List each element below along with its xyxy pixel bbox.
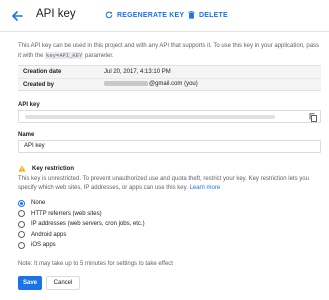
radio-dot-selected[interactable] [18, 199, 25, 207]
radio-ios-apps[interactable]: iOS apps [18, 240, 145, 250]
radio-android-apps[interactable]: Android apps [18, 230, 145, 240]
redacted-api-key [25, 115, 275, 119]
created-by-value-wrap: @gmail.com (you) [104, 81, 198, 88]
radio-dot[interactable] [18, 220, 25, 228]
regenerate-key-button[interactable]: REGENERATE KEY [105, 11, 184, 19]
creation-date-row: Creation date Jul 20, 2017, 4:13:10 PM [18, 66, 321, 78]
name-input[interactable]: API key [18, 140, 321, 153]
radio-dot[interactable] [18, 231, 25, 239]
radio-label: None [31, 200, 46, 206]
created-by-row: Created by @gmail.com (you) [18, 78, 321, 90]
radio-label: Android apps [31, 231, 67, 238]
warning-icon [18, 165, 26, 172]
page-header: API key REGENERATE KEY DELETE [0, 0, 329, 32]
delete-label: DELETE [199, 11, 228, 19]
radio-http-referrers[interactable]: HTTP referrers (web sites) [18, 209, 145, 219]
regenerate-key-label: REGENERATE KEY [117, 11, 185, 19]
restriction-radio-group: None HTTP referrers (web sites) IP addre… [18, 198, 145, 250]
page-title: API key [36, 8, 76, 20]
creation-date-label: Creation date [23, 69, 62, 75]
radio-ip-addresses[interactable]: IP addresses (web servers, cron jobs, et… [18, 219, 145, 229]
radio-label: iOS apps [31, 242, 56, 249]
key-restriction-description: This key is unrestricted. To prevent una… [18, 175, 321, 193]
api-key-label: API key [18, 102, 40, 108]
settings-note: Note: It may take up to 5 minutes for se… [18, 261, 173, 267]
trash-icon [188, 11, 195, 19]
name-label: Name [18, 132, 35, 138]
key-restriction-text: This key is unrestricted. To prevent una… [18, 176, 309, 191]
created-by-value: @gmail.com (you) [149, 81, 198, 88]
created-by-label: Created by [23, 81, 55, 88]
key-info-table: Creation date Jul 20, 2017, 4:13:10 PM C… [18, 65, 321, 91]
cancel-button[interactable]: Cancel [46, 276, 80, 290]
save-button[interactable]: Save [18, 276, 42, 290]
key-restriction-title: Key restriction [32, 165, 75, 172]
delete-button[interactable]: DELETE [188, 11, 228, 19]
refresh-icon [105, 11, 113, 19]
creation-date-value: Jul 20, 2017, 4:13:10 PM [104, 69, 171, 75]
radio-label: HTTP referrers (web sites) [31, 210, 102, 217]
description-text-end: parameter. [83, 53, 114, 59]
radio-dot[interactable] [18, 241, 25, 249]
api-key-field[interactable] [18, 110, 321, 123]
learn-more-link[interactable]: Learn more [190, 185, 221, 191]
api-key-description: This API key can be used in this project… [18, 42, 321, 61]
copy-icon[interactable] [309, 113, 317, 122]
radio-none[interactable]: None [18, 198, 145, 208]
radio-dot[interactable] [18, 210, 25, 218]
key-restriction-header: Key restriction [18, 165, 74, 172]
arrow-back-icon[interactable] [10, 9, 24, 23]
redacted-email [104, 81, 148, 87]
key-param-code: key=API_KEY [45, 52, 84, 59]
radio-label: IP addresses (web servers, cron jobs, et… [31, 221, 145, 228]
